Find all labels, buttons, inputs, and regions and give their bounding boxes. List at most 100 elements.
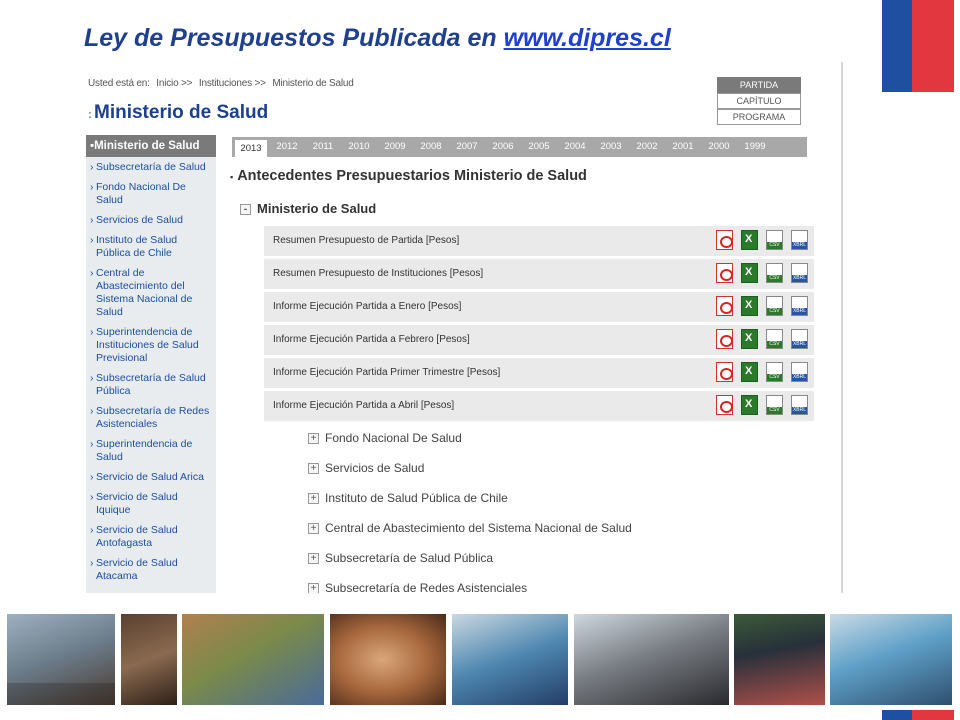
tab-year[interactable]: 2008 <box>413 137 449 157</box>
tab-year[interactable]: 2006 <box>485 137 521 157</box>
xbrl-icon[interactable] <box>791 395 808 415</box>
page-title-text: Ministerio de Salud <box>94 102 269 123</box>
tab-year[interactable]: 2000 <box>701 137 737 157</box>
sidebar-item[interactable]: Servicio de Salud Atacama <box>90 557 212 583</box>
photo-family <box>182 614 324 705</box>
section-title: ▪ Antecedentes Presupuestarios Ministerio… <box>230 168 587 184</box>
sidebar-item[interactable]: Servicio de Salud Arica <box>90 471 212 484</box>
csv-icon[interactable] <box>766 329 783 349</box>
tab-year[interactable]: 2011 <box>305 137 341 157</box>
tab-year-2013[interactable]: 2013 <box>234 139 268 157</box>
breadcrumb-instituciones[interactable]: Instituciones >> <box>199 78 266 89</box>
csv-icon[interactable] <box>766 263 783 283</box>
tab-year[interactable]: 2001 <box>665 137 701 157</box>
pdf-icon[interactable] <box>716 362 733 382</box>
sidebar-item[interactable]: Superintendencia de Salud <box>90 438 212 464</box>
csv-icon[interactable] <box>766 362 783 382</box>
sidebar-item[interactable]: Subsecretaría de Redes Asistenciales <box>90 405 212 431</box>
sidebar-list: Subsecretaría de Salud Fondo Nacional De… <box>86 157 216 583</box>
xbrl-icon[interactable] <box>791 263 808 283</box>
collapsed-group[interactable]: + Central de Abastecimiento del Sistema N… <box>308 519 632 549</box>
breadcrumb-current: Ministerio de Salud <box>272 78 354 89</box>
expand-toggle[interactable]: + <box>308 493 319 505</box>
sidebar: ▪Ministerio de Salud Subsecretaría de Sa… <box>86 135 216 593</box>
tab-year[interactable]: 2003 <box>593 137 629 157</box>
chile-flag-bottom <box>882 710 954 720</box>
report-label: Informe Ejecución Partida Primer Trimest… <box>273 367 501 378</box>
report-label: Resumen Presupuesto de Instituciones [Pe… <box>273 268 484 279</box>
report-row: Informe Ejecución Partida a Enero [Pesos… <box>264 292 814 322</box>
excel-icon[interactable] <box>741 263 758 283</box>
report-row: Informe Ejecución Partida a Febrero [Pes… <box>264 325 814 355</box>
classif-partida[interactable]: PARTIDA <box>717 77 801 93</box>
report-row: Informe Ejecución Partida a Abril [Pesos… <box>264 391 814 421</box>
classif-capitulo[interactable]: CAPÍTULO <box>717 93 801 109</box>
expand-toggle[interactable]: + <box>308 433 319 445</box>
sidebar-item[interactable]: Superintendencia de Instituciones de Sal… <box>90 326 212 365</box>
expand-toggle[interactable]: + <box>308 583 319 593</box>
breadcrumb: Usted está en: Inicio >> Instituciones >… <box>88 78 358 89</box>
photo-vaccination <box>830 614 952 705</box>
collapsed-group[interactable]: + Subsecretaría de Redes Asistenciales <box>308 579 632 593</box>
xbrl-icon[interactable] <box>791 230 808 250</box>
photo-dentist <box>452 614 568 705</box>
tab-year[interactable]: 2009 <box>377 137 413 157</box>
classification-selector: PARTIDA CAPÍTULO PROGRAMA <box>717 77 801 125</box>
report-list: Resumen Presupuesto de Partida [Pesos] R… <box>264 226 814 424</box>
expand-toggle[interactable]: + <box>308 553 319 565</box>
chile-flag-corner <box>882 0 954 92</box>
tab-year[interactable]: 1999 <box>737 137 773 157</box>
sidebar-item[interactable]: Fondo Nacional De Salud <box>90 181 212 207</box>
excel-icon[interactable] <box>741 329 758 349</box>
sidebar-item[interactable]: Central de Abastecimiento del Sistema Na… <box>90 267 212 319</box>
report-label: Informe Ejecución Partida a Abril [Pesos… <box>273 400 455 411</box>
pdf-icon[interactable] <box>716 230 733 250</box>
collapsed-group[interactable]: + Instituto de Salud Pública de Chile <box>308 489 632 519</box>
sidebar-item[interactable]: Servicios de Salud <box>90 214 212 227</box>
expand-toggle[interactable]: + <box>308 523 319 535</box>
sidebar-head[interactable]: ▪Ministerio de Salud <box>86 135 216 157</box>
sidebar-item[interactable]: Servicio de Salud Antofagasta <box>90 524 212 550</box>
tab-year[interactable]: 2002 <box>629 137 665 157</box>
sidebar-item[interactable]: Instituto de Salud Pública de Chile <box>90 234 212 260</box>
sidebar-item[interactable]: Subsecretaría de Salud Pública <box>90 372 212 398</box>
pdf-icon[interactable] <box>716 329 733 349</box>
tab-year[interactable]: 2004 <box>557 137 593 157</box>
report-label: Informe Ejecución Partida a Febrero [Pes… <box>273 334 470 345</box>
tab-year[interactable]: 2010 <box>341 137 377 157</box>
sidebar-item[interactable]: Subsecretaría de Salud <box>90 161 212 174</box>
xbrl-icon[interactable] <box>791 362 808 382</box>
dipres-link[interactable]: www.dipres.cl <box>504 24 671 52</box>
csv-icon[interactable] <box>766 296 783 316</box>
collapsed-group[interactable]: + Fondo Nacional De Salud <box>308 429 632 459</box>
tab-year[interactable]: 2007 <box>449 137 485 157</box>
report-label: Resumen Presupuesto de Partida [Pesos] <box>273 235 460 246</box>
excel-icon[interactable] <box>741 296 758 316</box>
dipres-page-screenshot: Usted está en: Inicio >> Instituciones >… <box>84 62 843 593</box>
tab-year[interactable]: 2012 <box>269 137 305 157</box>
sidebar-item[interactable]: Servicio de Salud Iquique <box>90 491 212 517</box>
breadcrumb-label: Usted está en: <box>88 78 150 89</box>
page-title: : Ministerio de Salud <box>88 102 269 123</box>
csv-icon[interactable] <box>766 395 783 415</box>
xbrl-icon[interactable] <box>791 329 808 349</box>
pdf-icon[interactable] <box>716 395 733 415</box>
classif-programa[interactable]: PROGRAMA <box>717 109 801 125</box>
csv-icon[interactable] <box>766 230 783 250</box>
breadcrumb-inicio[interactable]: Inicio >> <box>156 78 192 89</box>
excel-icon[interactable] <box>741 230 758 250</box>
report-row: Resumen Presupuesto de Instituciones [Pe… <box>264 259 814 289</box>
expanded-group-title[interactable]: - Ministerio de Salud <box>240 201 376 216</box>
photo-crowd <box>574 614 729 705</box>
xbrl-icon[interactable] <box>791 296 808 316</box>
collapsed-group[interactable]: + Servicios de Salud <box>308 459 632 489</box>
pdf-icon[interactable] <box>716 263 733 283</box>
collapse-toggle[interactable]: - <box>240 204 251 216</box>
pdf-icon[interactable] <box>716 296 733 316</box>
expand-toggle[interactable]: + <box>308 463 319 475</box>
excel-icon[interactable] <box>741 362 758 382</box>
collapsed-group[interactable]: + Subsecretaría de Salud Pública <box>308 549 632 579</box>
tab-year[interactable]: 2005 <box>521 137 557 157</box>
excel-icon[interactable] <box>741 395 758 415</box>
photo-girl-hat <box>734 614 825 705</box>
